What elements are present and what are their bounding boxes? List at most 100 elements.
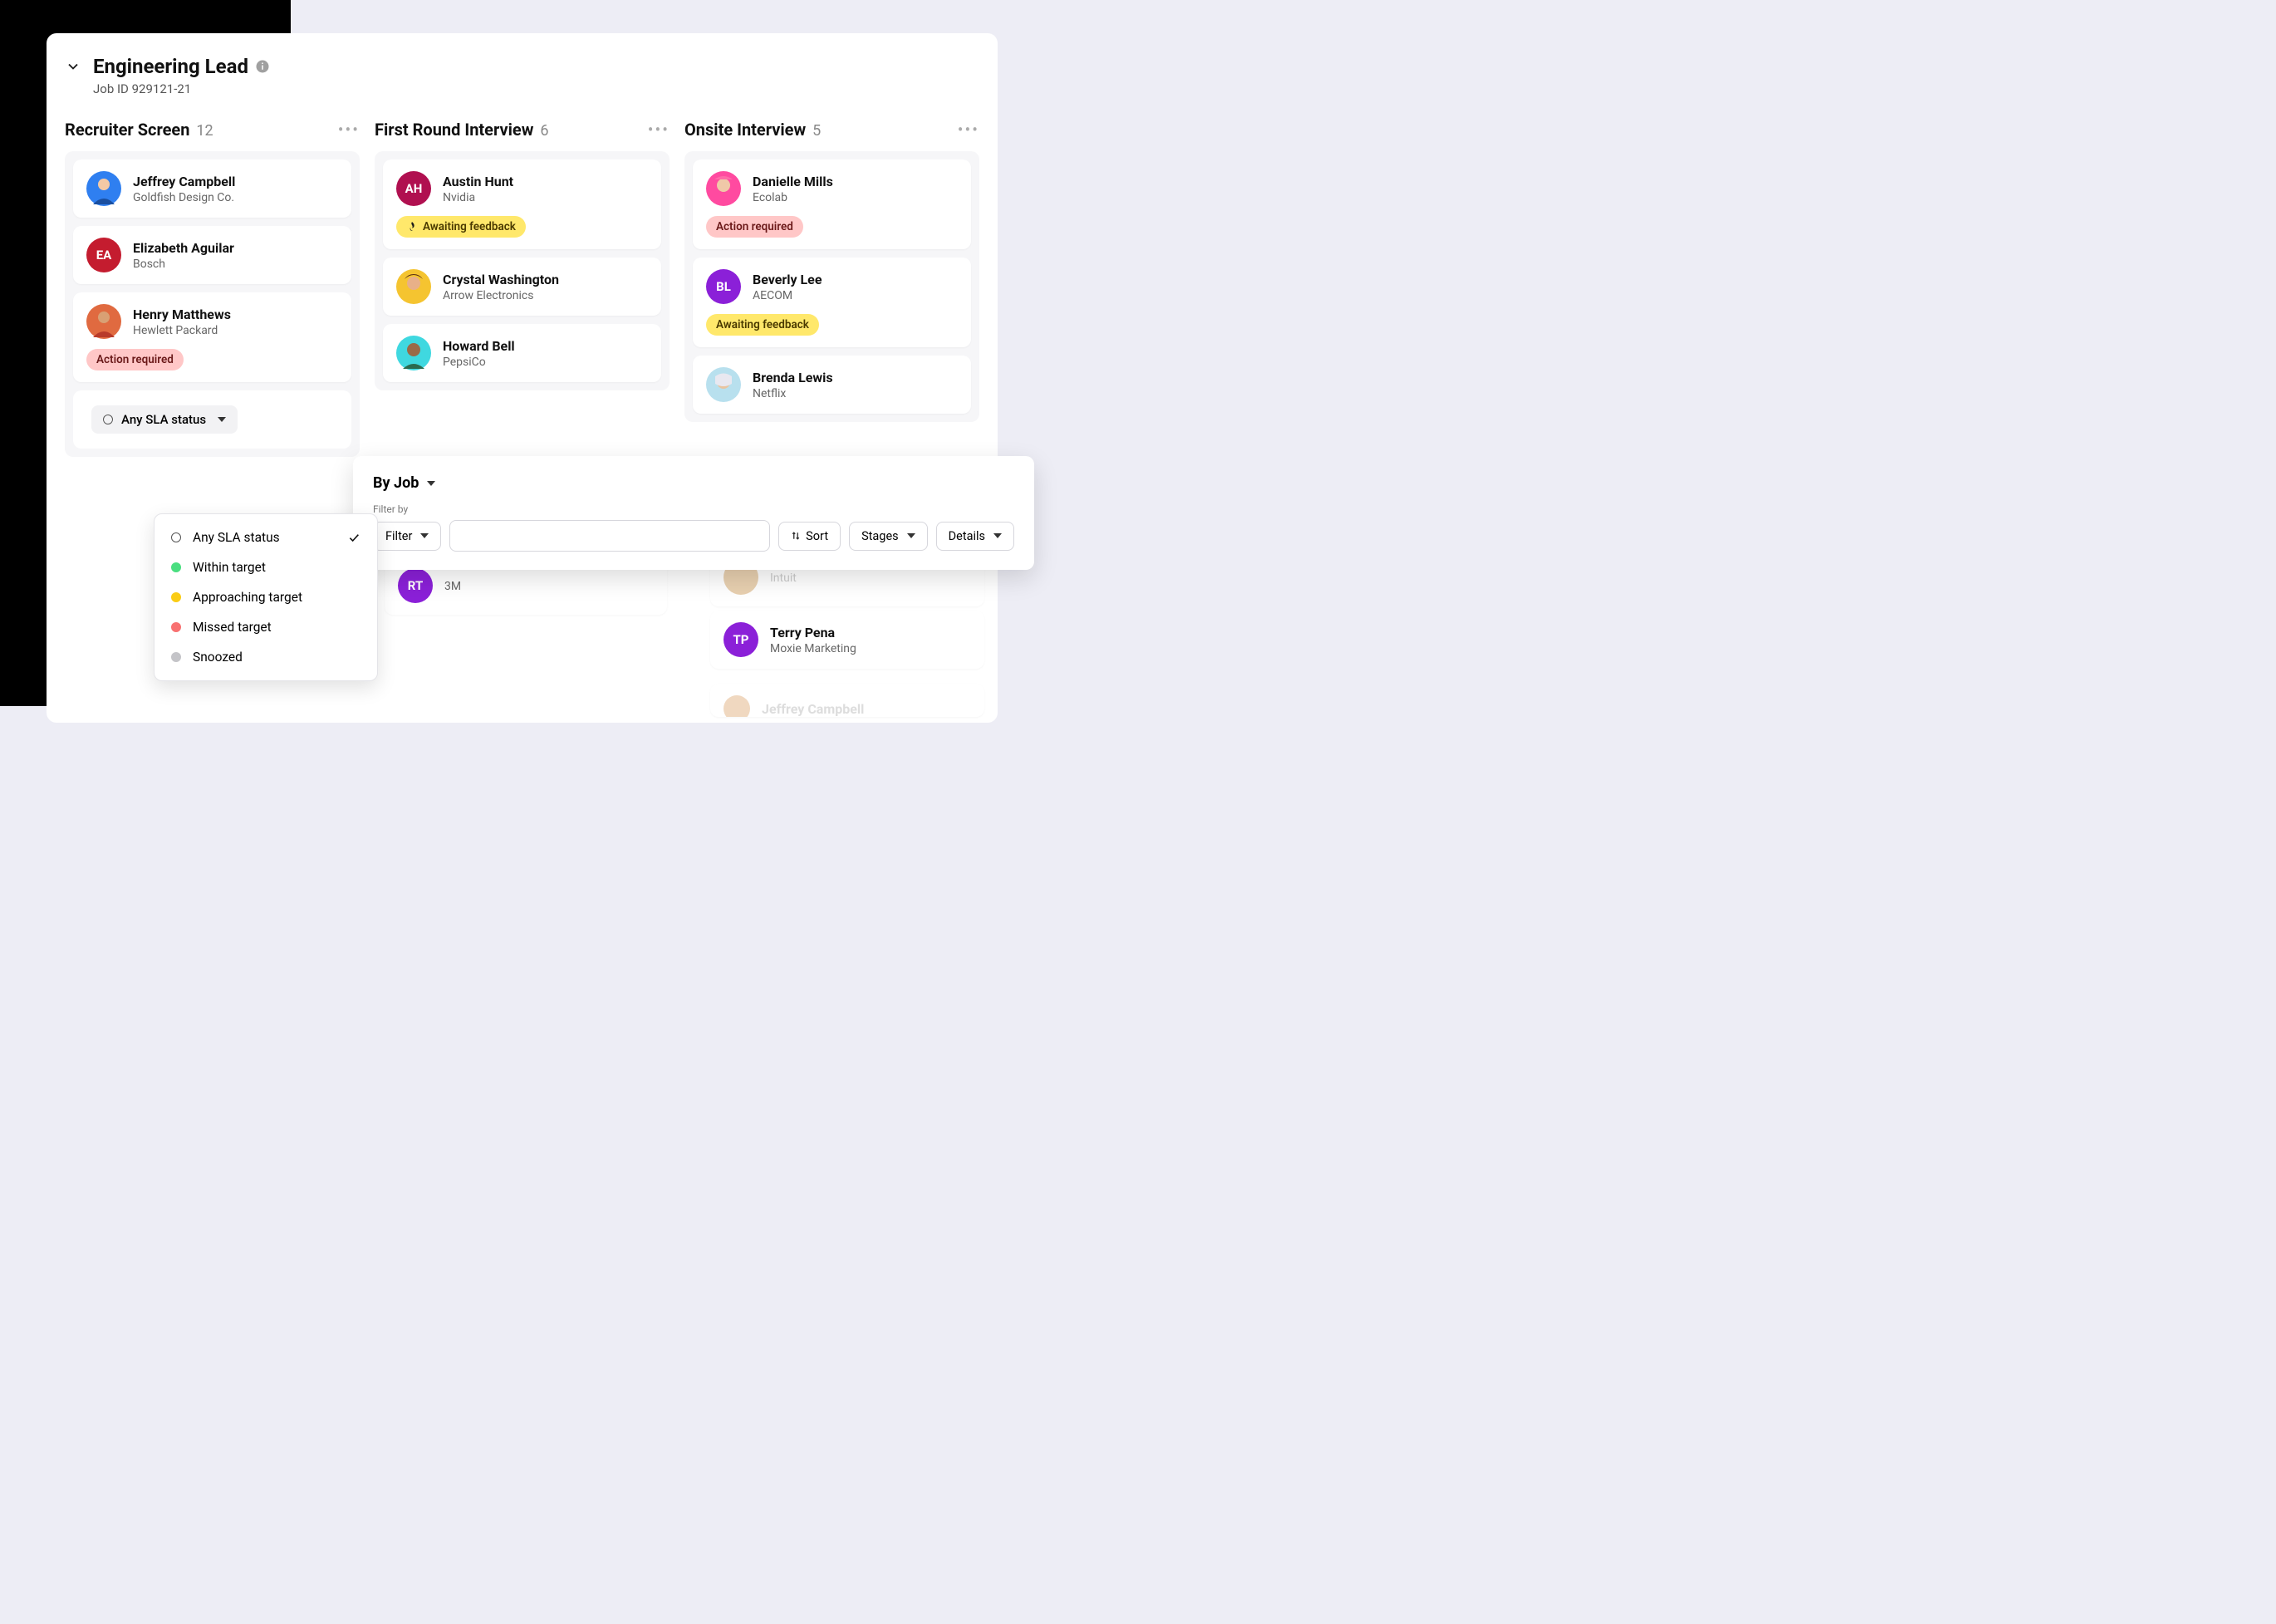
filter-by-label: Filter by [373,503,1014,515]
stages-button[interactable]: Stages [849,522,928,551]
stage-title: Recruiter Screen [65,120,189,140]
candidate-card[interactable]: Howard Bell PepsiCo [383,324,661,382]
candidate-name: Howard Bell [443,338,515,354]
avatar: RT [398,568,433,603]
flame-icon [406,221,418,233]
avatar: AH [396,171,431,206]
stage-columns: Recruiter Screen 12 ••• Jeffrey Campbell … [65,120,979,457]
candidate-card[interactable]: Jeffrey Campbell [710,684,984,717]
avatar [396,269,431,304]
stage-column-onsite: Onsite Interview 5 ••• Danielle Mills Eco… [684,120,979,457]
candidate-card[interactable]: Danielle Mills Ecolab Action required [693,159,971,249]
stage-menu-icon[interactable]: ••• [958,120,979,140]
candidate-name: Jeffrey Campbell [762,701,864,717]
avatar [86,171,121,206]
avatar: TP [724,622,758,657]
sort-button[interactable]: Sort [778,522,841,551]
status-badge: Action required [86,349,184,370]
candidate-card[interactable]: Crystal Washington Arrow Electronics [383,258,661,316]
candidate-company: Bosch [133,258,234,271]
job-header: Engineering Lead Job ID 929121-21 [65,55,979,96]
candidate-card[interactable]: EA Elizabeth Aguilar Bosch [73,226,351,284]
candidate-name: Brenda Lewis [753,370,833,385]
info-icon[interactable] [255,59,270,74]
job-id: Job ID 929121-21 [93,81,270,96]
candidate-company: AECOM [753,289,822,302]
candidate-company: PepsiCo [443,356,515,369]
caret-down-icon [907,533,915,538]
stage-menu-icon[interactable]: ••• [648,120,670,140]
filter-button[interactable]: Filter [373,522,441,551]
candidate-name: Danielle Mills [753,174,833,189]
job-title: Engineering Lead [93,55,270,78]
job-title-text: Engineering Lead [93,55,248,78]
candidate-card[interactable]: Henry Matthews Hewlett Packard Action re… [73,292,351,382]
stage-title: First Round Interview [375,120,533,140]
caret-down-icon [427,481,435,486]
avatar [706,171,741,206]
check-icon [347,531,361,544]
status-dot-icon [171,562,181,572]
candidate-card[interactable]: AH Austin Hunt Nvidia Awaiting feedback [383,159,661,249]
candidate-name: Terry Pena [770,625,856,640]
stage-column-recruiter-screen: Recruiter Screen 12 ••• Jeffrey Campbell … [65,120,360,457]
candidate-name: Jeffrey Campbell [133,174,235,189]
caret-down-icon [420,533,429,538]
avatar: EA [86,238,121,272]
filter-search-input[interactable] [449,520,770,552]
circle-icon [171,532,181,542]
candidate-card[interactable]: Brenda Lewis Netflix [693,356,971,414]
candidate-company: Goldfish Design Co. [133,191,235,204]
sla-status-menu: Any SLA status Within target Approaching… [154,513,378,681]
candidate-name: Beverly Lee [753,272,822,287]
avatar: BL [706,269,741,304]
caret-down-icon [993,533,1002,538]
candidate-card[interactable]: TP Terry Pena Moxie Marketing [710,611,984,669]
caret-down-icon [218,417,226,422]
avatar [86,304,121,339]
candidate-card[interactable]: BL Beverly Lee AECOM Awaiting feedback [693,258,971,347]
sla-option-missed[interactable]: Missed target [155,612,377,642]
candidate-company: 3M [444,580,461,593]
stage-count: 6 [540,122,548,140]
sla-option-any[interactable]: Any SLA status [155,523,377,552]
candidate-company: Moxie Marketing [770,642,856,655]
candidate-name: Crystal Washington [443,272,559,287]
stage-menu-icon[interactable]: ••• [338,120,360,140]
candidate-company: Nvidia [443,191,513,204]
sla-option-snoozed[interactable]: Snoozed [155,642,377,672]
candidate-card[interactable]: Jeffrey Campbell Goldfish Design Co. [73,159,351,218]
chevron-down-icon[interactable] [65,58,81,75]
stage-column-first-round: First Round Interview 6 ••• AH Austin Hun… [375,120,670,457]
status-dot-icon [171,652,181,662]
candidate-company: Arrow Electronics [443,289,559,302]
avatar [724,695,750,717]
sla-status-dropdown[interactable]: Any SLA status [91,405,238,434]
avatar [396,336,431,370]
avatar [706,367,741,402]
filter-popover: By Job Filter by Filter Sort Stages Deta… [353,456,1034,570]
sla-option-within[interactable]: Within target [155,552,377,582]
status-dot-icon [171,592,181,602]
stage-count: 5 [812,122,821,140]
sla-filter-box: Any SLA status [73,390,351,449]
candidate-company: Ecolab [753,191,833,204]
sla-option-approaching[interactable]: Approaching target [155,582,377,612]
status-badge: Awaiting feedback [706,314,819,336]
circle-icon [103,415,113,424]
candidate-name: Henry Matthews [133,307,231,322]
sort-icon [791,531,801,541]
stage-title: Onsite Interview [684,120,806,140]
sla-trigger-label: Any SLA status [121,412,206,427]
candidate-name: Elizabeth Aguilar [133,240,234,256]
details-button[interactable]: Details [936,522,1014,551]
candidate-company: Hewlett Packard [133,324,231,337]
stage-count: 12 [196,122,213,140]
candidate-company: Netflix [753,387,833,400]
status-badge: Awaiting feedback [396,216,526,238]
group-by-dropdown[interactable]: By Job [373,474,1014,492]
status-dot-icon [171,622,181,632]
candidate-name: Austin Hunt [443,174,513,189]
candidate-company: Intuit [770,572,797,585]
status-badge: Action required [706,216,803,238]
